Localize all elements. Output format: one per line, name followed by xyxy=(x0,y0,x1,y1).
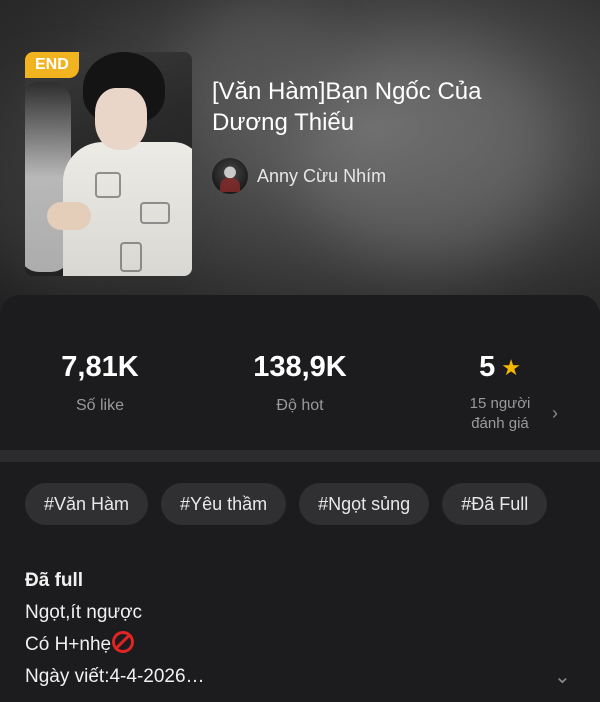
description-line: Ngày viết:4-4-2026… xyxy=(25,666,205,687)
cover-figure xyxy=(95,172,121,198)
cover-figure xyxy=(47,202,91,230)
rating-count-line: 15 người xyxy=(469,395,531,412)
likes-value: 7,81K xyxy=(61,351,139,383)
cover-figure xyxy=(140,202,170,224)
author-avatar[interactable] xyxy=(212,158,248,194)
cover-figure xyxy=(95,88,147,150)
rating-count-label: 15 người đánh giá xyxy=(400,394,600,434)
tag-list: #Văn Hàm #Yêu thầm #Ngọt sủng #Đã Full xyxy=(25,483,548,525)
chevron-right-icon[interactable]: › xyxy=(552,403,558,424)
book-description[interactable]: Đã full Ngọt,ít ngược Có H+nhẹ Ngày viết… xyxy=(25,565,545,693)
tag-chip[interactable]: #Đã Full xyxy=(442,483,548,525)
rating-row: 5 ★ xyxy=(479,351,521,384)
author-row[interactable]: Anny Cừu Nhím xyxy=(212,158,386,194)
tag-chip[interactable]: #Yêu thầm xyxy=(161,483,287,525)
description-line: Đã full xyxy=(25,570,84,591)
cover-figure xyxy=(120,242,142,272)
stats-row: 7,81K Số like 138,9K Độ hot 5 ★ 15 người… xyxy=(0,295,600,450)
section-divider xyxy=(0,450,600,462)
hot-label: Độ hot xyxy=(276,397,324,414)
hot-value: 138,9K xyxy=(253,351,347,383)
rating-value: 5 xyxy=(479,351,496,383)
status-badge: END xyxy=(25,52,79,78)
star-icon: ★ xyxy=(501,354,521,380)
rating-count-line: đánh giá xyxy=(471,415,529,432)
book-cover-image[interactable] xyxy=(25,52,192,276)
description-line: Ngọt,ít ngược xyxy=(25,602,143,623)
tag-chip[interactable]: #Văn Hàm xyxy=(25,483,149,525)
likes-label: Số like xyxy=(75,397,125,414)
description-text: Có H+nhẹ xyxy=(25,634,112,655)
prohibited-icon xyxy=(112,631,135,653)
rating-stat[interactable]: 5 ★ 15 người đánh giá xyxy=(400,351,600,434)
author-name[interactable]: Anny Cừu Nhím xyxy=(257,166,386,187)
tag-chip[interactable]: #Ngọt sủng xyxy=(299,483,430,525)
hot-stat: 138,9K Độ hot xyxy=(200,351,400,415)
description-line: Có H+nhẹ xyxy=(25,629,545,661)
chevron-down-icon[interactable]: ⌄ xyxy=(554,664,571,689)
likes-stat: 7,81K Số like xyxy=(0,351,200,415)
book-title: [Văn Hàm]Bạn Ngốc Của Dương Thiếu xyxy=(212,78,482,136)
